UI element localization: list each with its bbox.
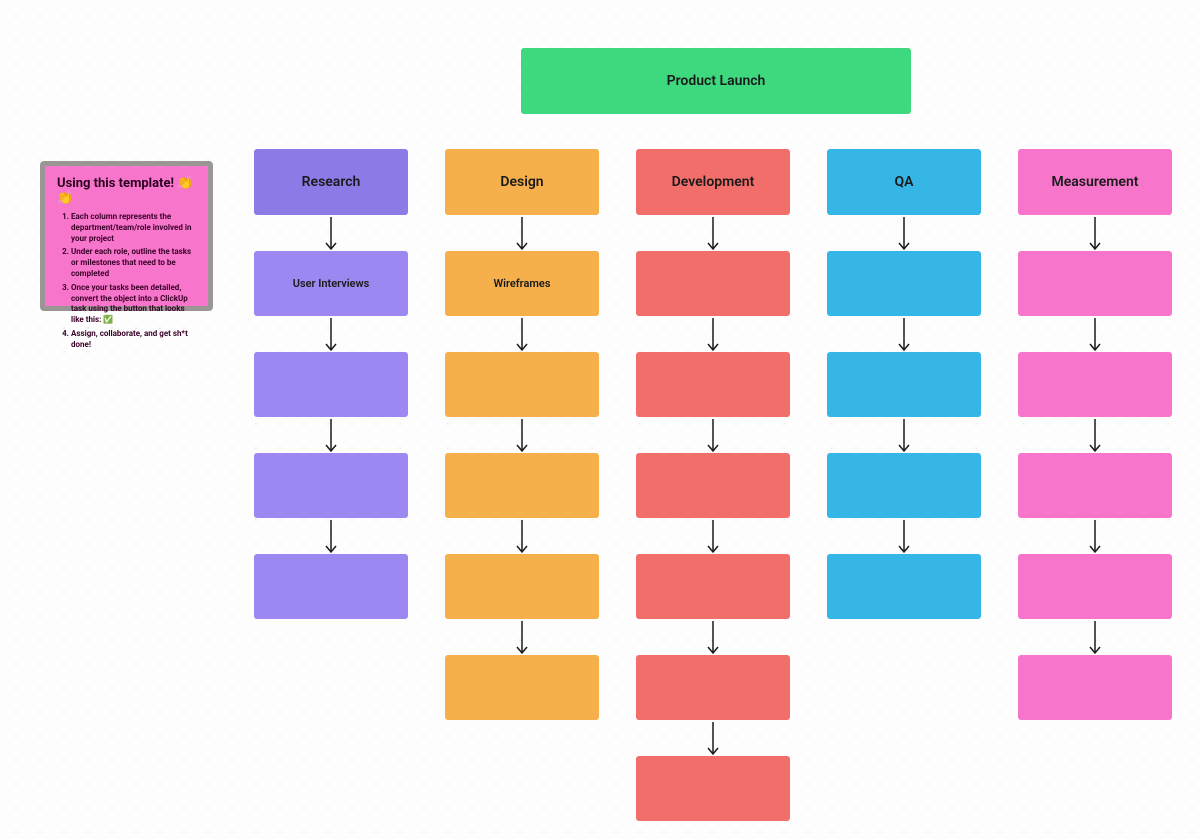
task-node[interactable] [254, 554, 408, 619]
task-node[interactable]: User Interviews [254, 251, 408, 316]
column-header-label: Research [302, 174, 361, 190]
instructions-list-item: Each column represents the department/te… [71, 212, 196, 244]
task-node[interactable] [254, 352, 408, 417]
instructions-note-title: Using this template! 👏👏 [57, 176, 196, 206]
column-header[interactable]: Measurement [1018, 149, 1172, 215]
task-node-label: Wireframes [493, 277, 550, 290]
task-node[interactable] [827, 352, 981, 417]
task-node[interactable]: Wireframes [445, 251, 599, 316]
instructions-list: Each column represents the department/te… [57, 212, 196, 351]
column-header[interactable]: Research [254, 149, 408, 215]
task-node-label: User Interviews [293, 277, 370, 290]
task-node[interactable] [636, 251, 790, 316]
task-node[interactable] [636, 756, 790, 821]
column-header-label: Design [500, 174, 543, 190]
task-node[interactable] [827, 554, 981, 619]
task-node[interactable] [445, 453, 599, 518]
task-node[interactable] [1018, 655, 1172, 720]
task-node[interactable] [827, 251, 981, 316]
task-node[interactable] [1018, 453, 1172, 518]
task-node[interactable] [636, 352, 790, 417]
task-node[interactable] [636, 554, 790, 619]
task-node[interactable] [445, 554, 599, 619]
column-header-label: Measurement [1052, 174, 1139, 190]
column-header[interactable]: Development [636, 149, 790, 215]
task-node[interactable] [445, 655, 599, 720]
instructions-note[interactable]: Using this template! 👏👏 Each column repre… [40, 161, 213, 311]
column-header[interactable]: QA [827, 149, 981, 215]
instructions-list-item: Under each role, outline the tasks or mi… [71, 247, 196, 279]
task-node[interactable] [636, 655, 790, 720]
column-header-label: Development [672, 174, 755, 190]
column-header-label: QA [895, 174, 914, 190]
task-node[interactable] [1018, 554, 1172, 619]
task-node[interactable] [1018, 251, 1172, 316]
instructions-list-item: Assign, collaborate, and get sh*t done! [71, 329, 196, 351]
task-node[interactable] [445, 352, 599, 417]
task-node[interactable] [827, 453, 981, 518]
task-node[interactable] [1018, 352, 1172, 417]
task-node[interactable] [636, 453, 790, 518]
root-node-label: Product Launch [667, 73, 766, 89]
instructions-list-item: Once your tasks been detailed, convert t… [71, 283, 196, 326]
column-header[interactable]: Design [445, 149, 599, 215]
task-node[interactable] [254, 453, 408, 518]
root-node[interactable]: Product Launch [521, 48, 911, 114]
